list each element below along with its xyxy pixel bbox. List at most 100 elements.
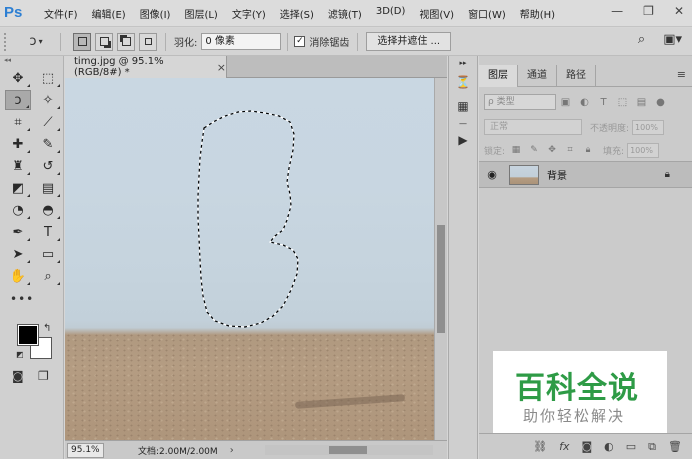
swap-colors-icon[interactable]: ↰ bbox=[43, 323, 51, 334]
opacity-input[interactable]: 100% bbox=[632, 119, 665, 135]
lock-transparent-icon[interactable]: ▦ bbox=[507, 145, 525, 155]
history-brush-tool[interactable]: ↺ bbox=[35, 156, 61, 176]
maximize-button[interactable]: ❐ bbox=[643, 4, 654, 18]
menu-item[interactable]: 帮助(H) bbox=[520, 6, 555, 21]
shape-filter-icon[interactable]: ⬚ bbox=[613, 97, 632, 108]
document-tab[interactable]: timg.jpg @ 95.1%(RGB/8#) * × bbox=[65, 56, 227, 78]
visibility-eye-icon[interactable]: ◉ bbox=[479, 168, 505, 181]
layer-row[interactable]: ◉ 背景 🔒︎ bbox=[479, 162, 692, 188]
gradient-tool[interactable]: ▤ bbox=[35, 178, 61, 198]
status-menu-arrow-icon[interactable]: › bbox=[230, 445, 234, 456]
blur-tool[interactable]: ◔ bbox=[5, 200, 31, 220]
foreground-color-swatch[interactable] bbox=[17, 324, 39, 346]
lock-label: 锁定: bbox=[484, 146, 506, 157]
move-tool[interactable]: ✥ bbox=[5, 68, 31, 88]
eyedropper-icon: ⟋ bbox=[43, 114, 53, 130]
hand-tool[interactable]: ✋ bbox=[5, 266, 31, 286]
menu-item[interactable]: 编辑(E) bbox=[92, 6, 126, 21]
workspace-switcher-icon[interactable]: ▣▾ bbox=[663, 32, 682, 47]
panel-tab[interactable]: 路径 bbox=[557, 65, 596, 87]
layer-lock-icon[interactable]: 🔒︎ bbox=[665, 169, 670, 180]
menu-item[interactable]: 文件(F) bbox=[44, 6, 78, 21]
menu-item[interactable]: 图层(L) bbox=[184, 6, 217, 21]
menu-item[interactable]: 3D(D) bbox=[376, 6, 406, 21]
menu-item[interactable]: 窗口(W) bbox=[468, 6, 506, 21]
healing-brush-tool[interactable]: ✚ bbox=[5, 134, 31, 154]
path-selection-tool[interactable]: ➤ bbox=[5, 244, 31, 264]
antialias-checkbox[interactable]: ✓ bbox=[294, 36, 306, 47]
feather-input[interactable]: 0 像素 bbox=[201, 33, 282, 50]
marquee-tool[interactable]: ⬚ bbox=[35, 68, 61, 88]
layer-style-icon[interactable]: fx bbox=[559, 440, 569, 453]
document-size-info[interactable]: 文档:2.00M/2.00M bbox=[138, 444, 218, 457]
eraser-tool[interactable]: ◩ bbox=[5, 178, 31, 198]
close-icon[interactable]: × bbox=[217, 61, 226, 74]
menu-item[interactable]: 图像(I) bbox=[140, 6, 171, 21]
new-group-icon[interactable]: ▭ bbox=[626, 440, 636, 453]
zoom-level-field[interactable]: 95.1% bbox=[67, 442, 104, 458]
vertical-scrollbar-thumb[interactable] bbox=[437, 225, 445, 333]
adjustment-filter-icon[interactable]: ◐ bbox=[575, 97, 594, 108]
tool-group-indicator bbox=[27, 282, 30, 285]
dodge-tool[interactable]: ◓ bbox=[35, 200, 61, 220]
subtract-from-selection-button[interactable] bbox=[117, 32, 135, 51]
actions-play-icon[interactable]: ▶ bbox=[449, 128, 477, 152]
brush-tool[interactable]: ✎ bbox=[35, 134, 61, 154]
panel-tab[interactable]: 通道 bbox=[518, 65, 557, 87]
lock-all-icon[interactable]: 🔒︎ bbox=[579, 145, 597, 155]
close-button[interactable]: ✕ bbox=[674, 4, 684, 18]
select-and-mask-button[interactable]: 选择并遮住 ... bbox=[366, 32, 452, 51]
blend-mode-select[interactable]: 正常 bbox=[484, 119, 582, 135]
lasso-tool[interactable]: ↄ bbox=[5, 90, 31, 110]
layer-filter-select[interactable]: ρ 类型 bbox=[484, 94, 556, 110]
tool-group-indicator bbox=[57, 106, 60, 109]
crop-tool[interactable]: ⌗ bbox=[5, 112, 31, 132]
pen-tool[interactable]: ✒ bbox=[5, 222, 31, 242]
lock-artboard-icon[interactable]: ⌗ bbox=[561, 145, 579, 155]
menu-item[interactable]: 选择(S) bbox=[280, 6, 314, 21]
lock-position-icon[interactable]: ✥ bbox=[543, 145, 561, 155]
quick-mask-icon[interactable]: ◙ bbox=[12, 369, 24, 383]
pixel-filter-icon[interactable]: ▣ bbox=[556, 97, 575, 108]
add-to-selection-button[interactable] bbox=[95, 32, 113, 51]
history-panel-icon[interactable]: ⏳ bbox=[449, 70, 477, 94]
horizontal-scrollbar-thumb[interactable] bbox=[329, 446, 367, 454]
add-mask-icon[interactable]: ◙ bbox=[581, 440, 592, 453]
filter-toggle-icon[interactable]: ● bbox=[651, 97, 670, 108]
edit-toolbar-icon[interactable]: ••• bbox=[10, 292, 63, 306]
new-selection-button[interactable] bbox=[73, 32, 91, 51]
smart-object-filter-icon[interactable]: ▤ bbox=[632, 97, 651, 108]
image-canvas[interactable] bbox=[65, 78, 434, 440]
vertical-scrollbar[interactable] bbox=[434, 78, 447, 440]
adjustment-layer-icon[interactable]: ◐ bbox=[604, 440, 614, 453]
menu-item[interactable]: 视图(V) bbox=[419, 6, 454, 21]
eyedropper-tool[interactable]: ⟋ bbox=[35, 112, 61, 132]
panel-tab[interactable]: 图层 bbox=[479, 65, 518, 87]
type-filter-icon[interactable]: T bbox=[594, 97, 613, 108]
default-colors-icon[interactable]: ◩ bbox=[16, 350, 24, 359]
menu-item[interactable]: 滤镜(T) bbox=[328, 6, 362, 21]
zoom-tool[interactable]: ⌕ bbox=[35, 266, 61, 286]
intersect-selection-button[interactable] bbox=[139, 32, 157, 51]
fill-input[interactable]: 100% bbox=[627, 142, 660, 158]
tools-panel-collapse-icon[interactable]: ◂◂ bbox=[0, 56, 63, 64]
search-icon[interactable]: ⌕ bbox=[638, 32, 645, 47]
clone-stamp-tool[interactable]: ♜ bbox=[5, 156, 31, 176]
magic-wand-tool[interactable]: ✧ bbox=[35, 90, 61, 110]
lock-pixels-icon[interactable]: ✎ bbox=[525, 145, 543, 155]
tools-panel: ◂◂ ✥ ⬚ ↄ ✧ ⌗ ⟋ ✚ ✎ ♜ ↺ ◩ ▤ ◔ ◓ ✒ T ➤ ▭ ✋ ⌕ ••• ↰ ◩ ◙ ❐ bbox=[0, 56, 64, 459]
type-tool[interactable]: T bbox=[35, 222, 61, 242]
rectangle-tool[interactable]: ▭ bbox=[35, 244, 61, 264]
trash-icon[interactable]: 🗑︎ bbox=[668, 440, 682, 453]
horizontal-scrollbar[interactable] bbox=[265, 445, 433, 455]
minimize-button[interactable]: — bbox=[611, 4, 623, 18]
menu-item[interactable]: 文字(Y) bbox=[232, 6, 266, 21]
dock-collapse-icon[interactable]: ▸▸ bbox=[449, 56, 477, 70]
options-bar-grip[interactable] bbox=[4, 32, 10, 51]
screen-mode-icon[interactable]: ❐ bbox=[38, 369, 49, 383]
link-layers-icon[interactable]: ⛓ bbox=[533, 440, 547, 453]
new-layer-icon[interactable]: ⧉ bbox=[648, 440, 656, 454]
panel-menu-icon[interactable]: ≡ bbox=[677, 68, 686, 81]
properties-panel-icon[interactable]: ▦ bbox=[449, 94, 477, 118]
tool-preset-picker[interactable]: ↄ ▾ bbox=[20, 32, 52, 52]
